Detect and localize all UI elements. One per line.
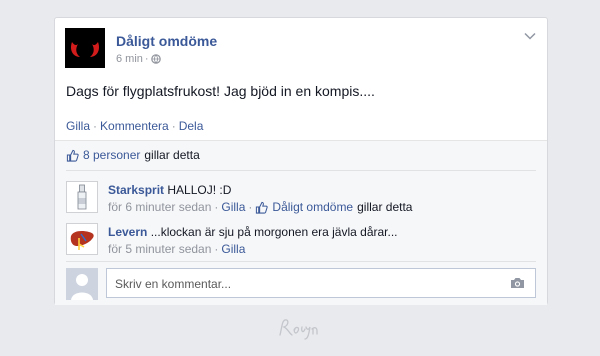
comment-body: Starksprit HALLOJ! :D bbox=[108, 183, 231, 197]
divider bbox=[66, 261, 536, 262]
comment-time[interactable]: för 6 minuter sedan bbox=[108, 200, 211, 214]
separator-dot: · bbox=[214, 242, 219, 256]
separator-dot: · bbox=[93, 119, 98, 133]
comment-meta: för 6 minuter sedan · Gilla · Dåligt omd… bbox=[108, 200, 412, 214]
comment-author[interactable]: Starksprit bbox=[108, 183, 164, 197]
feedback-section: 8 personer gillar detta Starksprit HALLO… bbox=[55, 140, 547, 305]
page-name-link[interactable]: Dåligt omdöme bbox=[116, 33, 217, 49]
comment-text: HALLOJ! :D bbox=[167, 183, 232, 197]
comment-liked-by-link[interactable]: Dåligt omdöme bbox=[272, 200, 353, 214]
separator-dot: · bbox=[214, 200, 219, 214]
comment-author[interactable]: Levern bbox=[108, 225, 147, 239]
thumbs-up-icon bbox=[66, 149, 79, 162]
divider bbox=[66, 170, 536, 171]
devil-horns-icon bbox=[70, 42, 100, 57]
user-avatar[interactable] bbox=[66, 268, 98, 300]
commenter-avatar[interactable] bbox=[66, 223, 98, 255]
page-avatar[interactable] bbox=[65, 28, 105, 68]
globe-icon[interactable] bbox=[150, 54, 161, 64]
separator-dot: · bbox=[248, 200, 253, 214]
comment-liked-suffix: gillar detta bbox=[357, 200, 413, 214]
post-text: Dags för flygplatsfrukost! Jag bjöd in e… bbox=[66, 83, 375, 99]
comment-time[interactable]: för 5 minuter sedan bbox=[108, 242, 211, 256]
camera-icon[interactable] bbox=[510, 277, 525, 289]
comment-like-link[interactable]: Gilla bbox=[221, 242, 245, 256]
comment-meta: för 5 minuter sedan · Gilla bbox=[108, 242, 245, 256]
post-time[interactable]: 6 min bbox=[116, 53, 143, 65]
comment-composer: Skriv en kommentar... bbox=[66, 268, 536, 300]
comment-like-link[interactable]: Gilla bbox=[221, 200, 245, 214]
signature-watermark bbox=[279, 319, 318, 340]
separator-dot: · bbox=[144, 53, 149, 65]
comment-text: ...klockan är sju på morgonen era jävla … bbox=[150, 225, 398, 239]
post-meta: 6 min · bbox=[116, 53, 161, 65]
post-card: Dåligt omdöme 6 min · Dags för flygplats… bbox=[54, 17, 548, 305]
likes-summary: 8 personer gillar detta bbox=[66, 148, 200, 162]
commenter-avatar[interactable] bbox=[66, 181, 98, 213]
comment-link[interactable]: Kommentera bbox=[100, 119, 169, 133]
likes-count-link[interactable]: 8 personer bbox=[83, 148, 140, 162]
comment-placeholder: Skriv en kommentar... bbox=[115, 277, 232, 291]
comment-input[interactable]: Skriv en kommentar... bbox=[106, 268, 536, 298]
comment-body: Levern ...klockan är sju på morgonen era… bbox=[108, 225, 398, 239]
chevron-down-icon[interactable] bbox=[523, 29, 537, 43]
share-link[interactable]: Dela bbox=[179, 119, 204, 133]
post-actions: Gilla · Kommentera · Dela bbox=[66, 119, 203, 133]
liver-icon bbox=[70, 231, 94, 250]
default-avatar-icon bbox=[66, 268, 98, 300]
like-link[interactable]: Gilla bbox=[66, 119, 90, 133]
thumbs-up-icon bbox=[256, 201, 269, 214]
bottle-icon bbox=[77, 184, 87, 210]
likes-suffix: gillar detta bbox=[144, 148, 200, 162]
separator-dot: · bbox=[171, 119, 176, 133]
